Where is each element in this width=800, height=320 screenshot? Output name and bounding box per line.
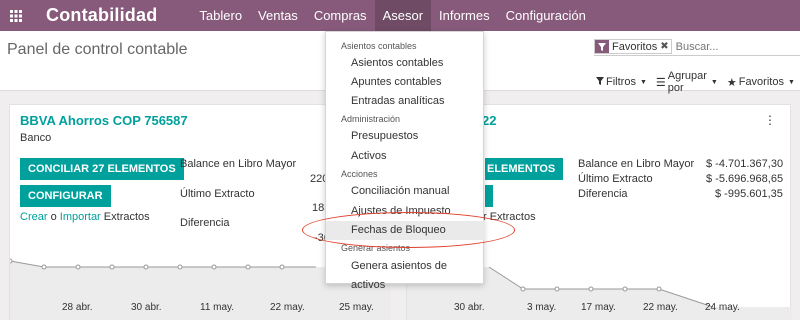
asesor-dropdown-menu: Asientos contables Asientos contables Ap… (325, 31, 484, 291)
x-tick-label: 17 may. (581, 302, 616, 313)
chart-point (622, 286, 628, 292)
difference-link[interactable]: Diferencia (180, 217, 230, 229)
statements-text: r Extractos (483, 211, 536, 223)
chart-point (10, 258, 13, 264)
menu-item-entradas-analiticas[interactable]: Entradas analíticas (326, 92, 484, 111)
x-tick-label: 28 abr. (62, 302, 93, 313)
search-options: Filtros ▼ ☰ Agrupar por ▼ ★ Favoritos ▼ (596, 70, 800, 94)
star-icon: ★ (726, 76, 737, 89)
x-tick-label: 3 may. (527, 302, 557, 313)
menu-item-genera-asientos-de-activos[interactable]: Genera asientos de activos (326, 257, 484, 291)
chart-line (10, 260, 316, 268)
apps-grid-icon[interactable] (0, 0, 32, 31)
balance-label: Balance en Libro Mayor (578, 158, 695, 170)
chart-point (143, 264, 149, 270)
menu-informes[interactable]: Informes (431, 0, 498, 31)
x-tick-label: 22 may. (643, 302, 678, 313)
menu-asesor[interactable]: Asesor (374, 0, 432, 31)
filters-label: Filtros (606, 76, 636, 88)
chart-point (520, 286, 526, 292)
close-icon[interactable]: ✖ (660, 41, 670, 52)
statements-links: Crear o Importar Extractos (20, 211, 150, 223)
menu-item-presupuestos[interactable]: Presupuestos (326, 127, 484, 146)
filter-icon (596, 76, 604, 88)
dropdown-section-header: Generar asientos (341, 243, 411, 253)
reconcile-button[interactable]: ELEMENTOS (485, 158, 564, 180)
dropdown-section-header: Administración (341, 114, 401, 124)
chart-point (211, 264, 217, 270)
journal-title[interactable]: BBVA Ahorros COP 756587 (20, 113, 188, 128)
reconcile-button[interactable]: CONCILIAR 27 ELEMENTOS (20, 158, 184, 180)
last-statement-label: Último Extracto (180, 188, 255, 200)
caret-down-icon: ▼ (639, 78, 647, 86)
menu-item-asientos-contables[interactable]: Asientos contables (326, 54, 484, 73)
filter-icon (595, 40, 609, 53)
journal-type: Banco (20, 132, 52, 144)
x-tick-label: 30 abr. (131, 302, 162, 313)
difference-value: $ -995.601,35 (715, 188, 783, 200)
journal-title[interactable]: 22 (482, 113, 496, 128)
or-text: o (50, 211, 57, 223)
favorites-button[interactable]: ★ Favoritos ▼ (727, 70, 795, 94)
menu-tablero[interactable]: Tablero (191, 0, 250, 31)
menu-compras[interactable]: Compras (306, 0, 375, 31)
top-navbar: Contabilidad Tablero Ventas Compras Ases… (0, 0, 800, 31)
balance-label: Balance en Libro Mayor (180, 158, 297, 170)
last-statement-label: Último Extracto (578, 173, 653, 185)
search-facet[interactable]: Favoritos ✖ (594, 39, 672, 54)
statements-text: Extractos (103, 211, 150, 223)
caret-down-icon: ▼ (710, 78, 718, 86)
menu-item-apuntes-contables[interactable]: Apuntes contables (326, 73, 484, 92)
kebab-menu-icon[interactable]: ⋮ (764, 113, 776, 127)
balance-value: $ -4.701.367,30 (706, 158, 784, 170)
group-by-label: Agrupar por (667, 70, 707, 94)
filters-button[interactable]: Filtros ▼ (596, 70, 647, 94)
x-tick-label: 11 may. (200, 302, 235, 313)
caret-down-icon: ▼ (787, 78, 795, 86)
configure-button[interactable]: CONFIGURAR (20, 185, 111, 207)
menu-item-conciliacion-manual[interactable]: Conciliación manual (326, 182, 484, 201)
list-icon: ☰ (655, 76, 666, 89)
search-bar: Favoritos ✖ (594, 38, 800, 56)
search-facet-value: Favoritos (612, 40, 658, 53)
menu-configuracion[interactable]: Configuración (498, 0, 594, 31)
chart-point (279, 264, 285, 270)
menu-ventas[interactable]: Ventas (250, 0, 306, 31)
search-input[interactable] (675, 40, 786, 53)
x-tick-label: 25 may. (339, 302, 374, 313)
chart-point (554, 286, 560, 292)
dropdown-section-header: Acciones (341, 169, 378, 179)
chart-point (75, 264, 81, 270)
x-tick-label: 24 may. (705, 302, 740, 313)
chart-point (41, 264, 47, 270)
favorites-label: Favoritos (738, 76, 784, 88)
last-statement-value: $ -5.696.968,65 (706, 173, 784, 185)
menu-item-ajustes-de-impuesto[interactable]: Ajustes de Impuesto (326, 202, 484, 221)
dropdown-section-header: Asientos contables (341, 41, 417, 51)
menu-item-activos[interactable]: Activos (326, 147, 484, 166)
chart-point (245, 264, 251, 270)
menu-item-fechas-de-bloqueo[interactable]: Fechas de Bloqueo (326, 221, 484, 240)
group-by-button[interactable]: ☰ Agrupar por ▼ (656, 70, 718, 94)
configure-button[interactable] (485, 185, 493, 207)
app-title: Contabilidad (46, 5, 158, 25)
x-tick-label: 22 may. (270, 302, 305, 313)
import-link[interactable]: Importar (60, 211, 101, 223)
chart-point (656, 286, 662, 292)
page-title: Panel de control contable (7, 41, 188, 58)
x-tick-label: 30 abr. (454, 302, 485, 313)
chart-point (109, 264, 115, 270)
main-menu: Tablero Ventas Compras Asesor Informes C… (191, 0, 593, 31)
create-link[interactable]: Crear (20, 211, 48, 223)
difference-link[interactable]: Diferencia (578, 188, 628, 200)
chart-point (177, 264, 183, 270)
chart-point (588, 286, 594, 292)
